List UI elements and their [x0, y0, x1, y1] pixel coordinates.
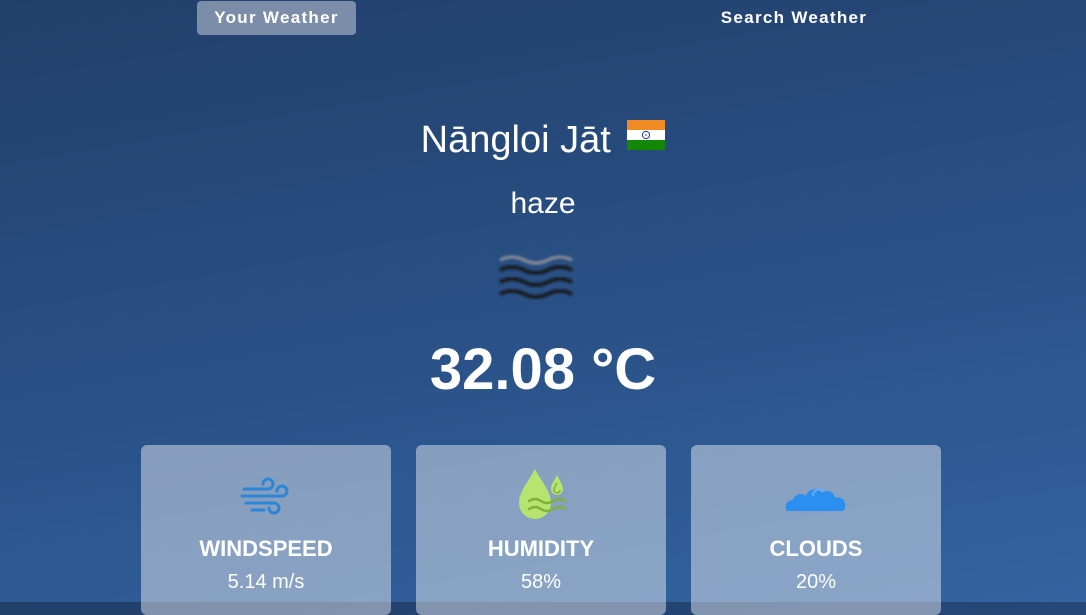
- humidity-icon: [416, 463, 666, 529]
- stat-value: 5.14 m/s: [227, 571, 305, 593]
- wind-icon: [141, 463, 391, 529]
- stat-card-windspeed: WINDSPEED 5.14 m/s: [141, 445, 391, 615]
- stat-label: HUMIDITY: [487, 536, 595, 561]
- stat-label: CLOUDS: [769, 536, 863, 561]
- temperature: 32.08 °C: [429, 337, 657, 402]
- tab-search-weather[interactable]: Search Weather: [700, 1, 888, 35]
- tab-your-weather[interactable]: Your Weather: [197, 1, 356, 35]
- weather-condition: haze: [510, 187, 576, 220]
- stat-value: 58%: [520, 571, 562, 593]
- clouds-icon: [691, 463, 941, 529]
- stat-label: WINDSPEED: [199, 536, 333, 561]
- stat-card-clouds: CLOUDS 20%: [691, 445, 941, 615]
- india-flag-icon: [627, 110, 666, 166]
- haze-icon: [496, 252, 580, 308]
- stat-card-humidity: HUMIDITY 58%: [416, 445, 666, 615]
- tab-bar: Your Weather Search Weather: [0, 0, 1086, 40]
- city-name: Nāngloi Jāt: [420, 119, 611, 161]
- location-heading: Nāngloi Jāt: [0, 112, 1086, 168]
- stat-value: 20%: [795, 571, 837, 593]
